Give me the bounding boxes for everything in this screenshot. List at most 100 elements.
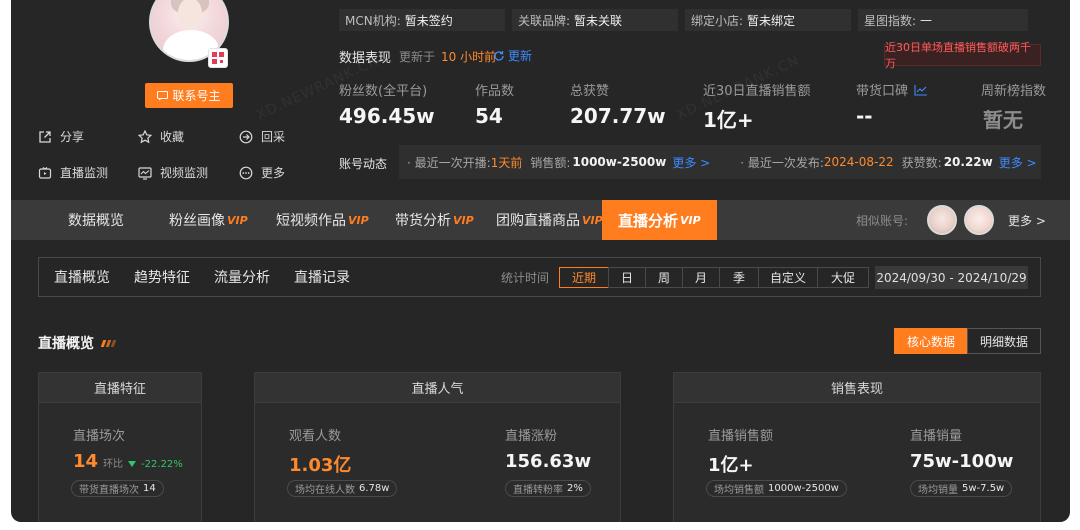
sales-value: 1000w-2500w <box>572 155 667 169</box>
shop-label: 绑定小店: <box>691 13 744 28</box>
message-icon <box>157 90 169 100</box>
likes-count-value: 20.22w <box>943 155 993 169</box>
import-icon <box>239 130 253 143</box>
date-range-picker[interactable]: 2024/09/30 - 2024/10/29 <box>875 266 1028 289</box>
tab-short-video[interactable]: 短视频作品 VIP <box>276 200 369 240</box>
brand-info: 关联品牌: 暂未关联 <box>512 9 678 31</box>
reputation-label: 带货口碑 <box>856 84 909 99</box>
core-data-toggle[interactable]: 核心数据 <box>894 328 968 354</box>
live-volume-value: 75w-100w <box>910 451 1014 472</box>
card-header: 直播特征 <box>39 373 201 403</box>
period-quarter[interactable]: 季 <box>719 267 759 288</box>
qrcode-icon[interactable] <box>208 48 228 68</box>
subtab-traffic[interactable]: 流量分析 <box>214 258 270 296</box>
avg-online-pill: 场均在线人数 6.78w <box>287 480 398 497</box>
tab-label: 数据概览 <box>68 213 124 229</box>
video-monitor-button[interactable]: 视频监测 <box>138 164 208 181</box>
ratio-label: 环比 <box>103 459 124 470</box>
favorite-button[interactable]: 收藏 <box>138 128 184 145</box>
weekly-rank-label: 周新榜指数 <box>981 84 1047 99</box>
live-sessions-label: 直播场次 <box>73 429 126 444</box>
tab-goods-analysis[interactable]: 带货分析 VIP <box>395 200 474 240</box>
live-feature-card: 直播特征 直播场次 14 环比 -22.22% 带货直播场次 14 <box>38 372 202 522</box>
live-sales-30d-value: 1亿+ <box>703 108 754 132</box>
tab-group-live-goods[interactable]: 团购直播商品 VIP <box>496 200 603 240</box>
sales-alert-badge[interactable]: 近30日单场直播销售额破两千万 <box>884 41 1041 70</box>
share-icon <box>39 130 51 143</box>
vip-badge: VIP <box>582 213 603 227</box>
likes-label: 总获赞 <box>570 84 610 99</box>
detail-data-toggle[interactable]: 明细数据 <box>967 328 1041 354</box>
fans-value: 496.45w <box>339 104 435 128</box>
trend-chart-icon[interactable] <box>914 84 928 96</box>
refresh-button[interactable]: 更新 <box>493 47 532 64</box>
collect-back-label: 回采 <box>261 130 286 144</box>
goods-sessions-pill: 带货直播场次 14 <box>71 480 164 497</box>
brand-label: 关联品牌: <box>518 13 571 28</box>
tab-label: 直播分析 <box>618 211 679 230</box>
period-custom[interactable]: 自定义 <box>758 267 818 288</box>
more-actions-button[interactable]: 更多 <box>239 164 285 181</box>
refresh-label: 更新 <box>508 49 533 63</box>
dynamic-more-live-link[interactable]: 更多 > <box>672 154 710 171</box>
star-index-info: 星图指数: — <box>858 9 1028 31</box>
dynamic-box: · 最近一次开播: 1天前 销售额: 1000w-2500w 更多 > · 最近… <box>399 145 1041 179</box>
app-window: XD.NEWRANK.CN XD.NEWRANK.CN XD.NEWRANK.C… <box>11 0 1070 522</box>
overview-title: 直播概览 <box>38 333 117 353</box>
works-label: 作品数 <box>475 84 515 99</box>
live-sessions-value: 14 <box>73 451 99 472</box>
share-button[interactable]: 分享 <box>38 128 84 145</box>
share-label: 分享 <box>60 130 85 144</box>
subtab-live-records[interactable]: 直播记录 <box>294 258 350 296</box>
tab-label: 粉丝画像 <box>169 213 225 229</box>
card-header: 销售表现 <box>674 373 1040 403</box>
live-sales-30d-label: 近30日直播销售额 <box>703 84 811 99</box>
data-section-title: 数据表现 <box>339 51 392 66</box>
star-index-value: — <box>920 13 933 27</box>
period-week[interactable]: 周 <box>645 267 683 288</box>
tab-data-overview[interactable]: 数据概览 <box>68 200 124 240</box>
weekly-rank-value: 暂无 <box>983 108 1023 132</box>
fans-gain-label: 直播涨粉 <box>505 429 558 444</box>
collect-back-button[interactable]: 回采 <box>239 128 285 145</box>
pill-value: 2% <box>567 483 583 494</box>
subtab-live-overview[interactable]: 直播概览 <box>54 258 110 296</box>
more-dots-icon <box>239 166 253 179</box>
viewers-label: 观看人数 <box>289 429 342 444</box>
updated-prefix: 更新于 <box>399 50 436 64</box>
live-sales-value: 1亿+ <box>708 455 754 476</box>
pill-label: 场均在线人数 <box>295 485 355 496</box>
brand-value: 暂未关联 <box>574 13 623 28</box>
period-promo[interactable]: 大促 <box>817 267 869 288</box>
live-prefix: · 最近一次开播: <box>407 155 491 170</box>
ratio-value: -22.22% <box>141 459 183 470</box>
period-day[interactable]: 日 <box>608 267 646 288</box>
star-index-label: 星图指数: <box>864 13 917 28</box>
mcn-info: MCN机构: 暂未签约 <box>339 9 505 31</box>
live-popularity-card: 直播人气 观看人数 1.03亿 场均在线人数 6.78w 直播涨粉 156.63w… <box>254 372 621 522</box>
dynamic-more-post-link[interactable]: 更多 > <box>999 154 1037 171</box>
subtab-trend[interactable]: 趋势特征 <box>134 258 190 296</box>
live-sessions-row: 14 环比 -22.22% <box>73 451 183 472</box>
pill-value: 14 <box>143 483 156 494</box>
period-month[interactable]: 月 <box>682 267 720 288</box>
tab-fan-profile[interactable]: 粉丝画像 VIP <box>169 200 248 240</box>
contact-owner-button[interactable]: 联系号主 <box>145 83 233 108</box>
reputation-label-wrap: 带货口碑 <box>856 80 928 99</box>
live-volume-label: 直播销量 <box>910 429 963 444</box>
tab-label: 带货分析 <box>395 213 451 229</box>
pill-value: 1000w-2500w <box>768 483 839 494</box>
tab-live-analysis[interactable]: 直播分析 VIP <box>602 200 717 240</box>
tab-label: 团购直播商品 <box>496 213 580 229</box>
similar-more-link[interactable]: 更多 > <box>1008 200 1046 240</box>
similar-account-avatar[interactable] <box>964 205 994 235</box>
period-recent[interactable]: 近期 <box>559 267 609 288</box>
pill-value: 6.78w <box>359 483 390 494</box>
sales-performance-card: 销售表现 直播销售额 1亿+ 场均销售额 1000w-2500w 直播销量 75w… <box>673 372 1041 522</box>
stat-time-label: 统计时间 <box>501 270 550 285</box>
live-monitor-button[interactable]: 直播监测 <box>38 164 108 181</box>
live-monitor-label: 直播监测 <box>60 166 109 180</box>
more-actions-label: 更多 <box>261 166 286 180</box>
similar-account-avatar[interactable] <box>927 205 957 235</box>
works-value: 54 <box>475 104 503 128</box>
